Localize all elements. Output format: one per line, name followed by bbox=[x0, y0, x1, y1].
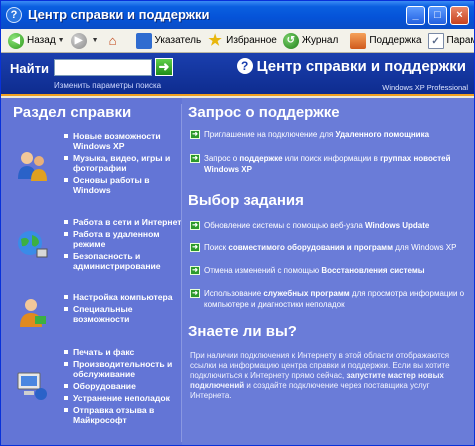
user-settings-icon bbox=[20, 299, 46, 327]
back-dropdown-icon[interactable]: ▼ bbox=[58, 37, 65, 44]
index-book-icon bbox=[135, 32, 152, 49]
task-link[interactable]: Восстановления системы bbox=[321, 266, 424, 275]
task-link[interactable]: совместимого оборудования и программ bbox=[228, 243, 393, 252]
index-button[interactable]: Указатель bbox=[133, 30, 205, 52]
tasks-heading: Выбор задания bbox=[188, 192, 304, 209]
topic-list: Печать и факс Производительность и обслу… bbox=[64, 347, 183, 427]
support-button[interactable]: Поддержка bbox=[347, 30, 424, 52]
search-options-link[interactable]: Изменить параметры поиска bbox=[54, 81, 161, 90]
help-window: ? Центр справки и поддержки _ □ × ◀ Наза… bbox=[0, 0, 475, 446]
support-task-remote-assistance[interactable]: ➜ Приглашение на подключение для Удаленн… bbox=[190, 129, 466, 140]
help-topics-pane: Раздел справки Новые возможности Windows… bbox=[1, 98, 183, 445]
home-button[interactable]: ⌂ bbox=[102, 30, 127, 52]
minimize-button[interactable]: _ bbox=[406, 6, 425, 25]
task-link[interactable]: Windows Update bbox=[365, 221, 429, 230]
help-topics-heading: Раздел справки bbox=[13, 104, 132, 121]
support-heading: Запрос о поддержке bbox=[188, 104, 340, 121]
help-question-icon: ? bbox=[236, 58, 253, 74]
green-arrow-icon: ➜ bbox=[190, 289, 200, 298]
back-label: Назад bbox=[27, 35, 56, 46]
topic-link[interactable]: Производительность и обслуживание bbox=[64, 359, 183, 379]
toolbar: ◀ Назад ▼ ▶ ▼ ⌂ Указатель ★ Избранное ↺ … bbox=[1, 29, 474, 53]
task-text: или поиск информации в bbox=[282, 154, 381, 163]
forward-dropdown-icon[interactable]: ▼ bbox=[92, 37, 99, 44]
computer-help-icon bbox=[17, 372, 47, 400]
network-globe-icon bbox=[18, 231, 48, 258]
help-content: Раздел справки Новые возможности Windows… bbox=[1, 98, 474, 445]
green-arrow-icon: ➜ bbox=[190, 130, 200, 139]
back-button[interactable]: ◀ Назад ▼ bbox=[5, 30, 68, 52]
favorites-label: Избранное bbox=[226, 35, 277, 46]
topic-link[interactable]: Основы работы в Windows bbox=[64, 175, 183, 195]
topic-link[interactable]: Работа в сети и Интернет bbox=[64, 217, 183, 227]
green-arrow-icon: ➜ bbox=[190, 221, 200, 230]
topic-link[interactable]: Музыка, видео, игры и фотографии bbox=[64, 153, 183, 173]
did-you-know-heading: Знаете ли вы? bbox=[188, 323, 297, 340]
history-label: Журнал bbox=[301, 35, 339, 46]
support-task-newsgroups[interactable]: ➜ Запрос о поддержке или поиск информаци… bbox=[190, 153, 466, 175]
did-you-know-text: При наличии подключения к Интернету в эт… bbox=[190, 351, 466, 401]
topic-link[interactable]: Отправка отзыва в Майкрософт bbox=[64, 405, 183, 425]
help-app-icon: ? bbox=[6, 7, 22, 23]
topic-list: Работа в сети и Интернет Работа в удален… bbox=[64, 217, 183, 273]
options-button[interactable]: ✓ Параметры bbox=[425, 30, 474, 52]
search-band: Найти ➜ Изменить параметры поиска ? Центр… bbox=[1, 53, 474, 96]
task-link[interactable]: поддержке bbox=[239, 154, 282, 163]
options-label: Параметры bbox=[446, 35, 474, 46]
task-link[interactable]: служебных программ bbox=[263, 289, 349, 298]
search-input[interactable] bbox=[54, 59, 152, 76]
topic-link[interactable]: Настройка компьютера bbox=[64, 292, 183, 302]
task-text: Приглашение на подключение для bbox=[204, 130, 336, 139]
close-button[interactable]: × bbox=[450, 6, 469, 25]
favorites-star-icon: ★ bbox=[208, 31, 222, 49]
task-text: Использование bbox=[204, 289, 264, 298]
edition-label: Windows XP Professional bbox=[382, 83, 468, 92]
support-icon bbox=[350, 32, 367, 49]
topic-link[interactable]: Безопасность и администрирование bbox=[64, 251, 183, 271]
history-button[interactable]: ↺ Журнал bbox=[280, 30, 342, 52]
topic-list: Новые возможности Windows XP Музыка, вид… bbox=[64, 131, 183, 197]
task-utilities[interactable]: ➜ Использование служебных программ для п… bbox=[190, 288, 466, 310]
index-label: Указатель bbox=[154, 35, 202, 46]
home-icon: ⌂ bbox=[108, 32, 117, 48]
back-arrow-icon: ◀ bbox=[8, 32, 24, 49]
search-label: Найти bbox=[10, 61, 49, 76]
task-text: Отмена изменений с помощью bbox=[204, 266, 322, 275]
window-title: Центр справки и поддержки bbox=[28, 7, 210, 22]
search-go-button[interactable]: ➜ bbox=[155, 58, 173, 76]
task-text: для Windows XP bbox=[392, 243, 457, 252]
tasks-pane: Запрос о поддержке ➜ Приглашение на подк… bbox=[182, 98, 474, 445]
history-icon: ↺ bbox=[282, 32, 299, 49]
green-arrow-icon: ➜ bbox=[190, 243, 200, 252]
support-label: Поддержка bbox=[369, 35, 422, 46]
topic-link[interactable]: Печать и факс bbox=[64, 347, 183, 357]
help-center-title-text: Центр справки и поддержки bbox=[256, 58, 466, 75]
topic-link[interactable]: Работа в удаленном режиме bbox=[64, 229, 183, 249]
task-link[interactable]: Удаленного помощника bbox=[335, 130, 429, 139]
task-compatibility[interactable]: ➜ Поиск совместимого оборудования и прог… bbox=[190, 242, 466, 253]
topic-list: Настройка компьютера Специальные возможн… bbox=[64, 292, 183, 326]
forward-arrow-icon: ▶ bbox=[70, 32, 87, 49]
options-checklist-icon: ✓ bbox=[427, 32, 444, 49]
people-icon bbox=[18, 152, 47, 181]
topic-link[interactable]: Новые возможности Windows XP bbox=[64, 131, 183, 151]
forward-button[interactable]: ▶ ▼ bbox=[68, 30, 102, 52]
maximize-button[interactable]: □ bbox=[428, 6, 447, 25]
help-center-title: ? Центр справки и поддержки bbox=[236, 58, 466, 75]
task-text: Обновление системы с помощью веб-узла bbox=[204, 221, 365, 230]
title-bar[interactable]: ? Центр справки и поддержки _ □ × bbox=[1, 1, 474, 29]
topic-link[interactable]: Устранение неполадок bbox=[64, 393, 183, 403]
task-text: Запрос о bbox=[204, 154, 240, 163]
task-text: Поиск bbox=[204, 243, 229, 252]
favorites-button[interactable]: ★ Избранное bbox=[204, 30, 280, 52]
task-system-restore[interactable]: ➜ Отмена изменений с помощью Восстановле… bbox=[190, 265, 466, 276]
green-arrow-icon: ➜ bbox=[190, 154, 200, 163]
green-arrow-icon: ➜ bbox=[190, 266, 200, 275]
topic-link[interactable]: Специальные возможности bbox=[64, 304, 183, 324]
topic-link[interactable]: Оборудование bbox=[64, 381, 183, 391]
task-windows-update[interactable]: ➜ Обновление системы с помощью веб-узла … bbox=[190, 220, 466, 231]
